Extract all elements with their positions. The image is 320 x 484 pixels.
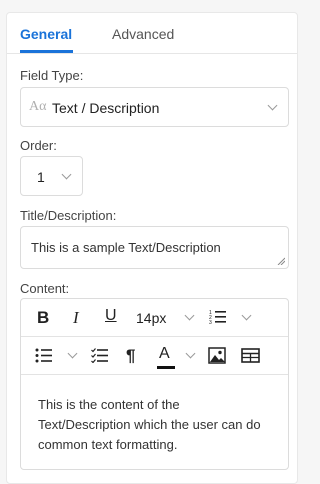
- rich-text-editor: B I U 14px 1 2 3 ¶ A This is the content…: [20, 298, 289, 470]
- tab-bar: General Advanced: [7, 13, 297, 54]
- text-type-icon: Aα: [29, 99, 47, 114]
- order-value: 1: [37, 169, 45, 185]
- bullet-list-icon[interactable]: [35, 348, 52, 363]
- active-tab-indicator: [20, 50, 73, 53]
- chevron-down-icon: [267, 100, 278, 111]
- editor-content[interactable]: This is the content of the Text/Descript…: [38, 395, 273, 455]
- font-size-select[interactable]: 14px: [136, 310, 166, 326]
- resize-handle-icon[interactable]: [277, 257, 285, 265]
- order-label: Order:: [20, 138, 57, 153]
- chevron-down-icon[interactable]: [67, 348, 78, 359]
- title-description-input[interactable]: This is a sample Text/Description: [20, 226, 289, 269]
- svg-text:3: 3: [209, 320, 212, 325]
- bold-button[interactable]: B: [37, 308, 49, 328]
- paragraph-button[interactable]: ¶: [126, 346, 135, 366]
- field-type-select[interactable]: Aα Text / Description: [20, 87, 289, 127]
- image-icon[interactable]: [208, 347, 226, 364]
- settings-panel: General Advanced Field Type: Aα Text / D…: [6, 12, 298, 484]
- underline-button[interactable]: U: [105, 307, 117, 325]
- chevron-down-icon: [61, 169, 72, 180]
- chevron-down-icon[interactable]: [184, 310, 195, 321]
- checklist-icon[interactable]: [91, 348, 108, 363]
- content-label: Content:: [20, 281, 70, 296]
- table-icon[interactable]: [241, 348, 260, 363]
- toolbar-row-2: ¶ A: [21, 337, 288, 375]
- ordered-list-icon[interactable]: 1 2 3: [209, 309, 227, 325]
- font-color-button[interactable]: A: [159, 345, 170, 363]
- order-select[interactable]: 1: [20, 156, 83, 196]
- tab-general[interactable]: General: [20, 26, 72, 42]
- italic-button[interactable]: I: [73, 308, 79, 328]
- field-type-label: Field Type:: [20, 68, 84, 83]
- chevron-down-icon[interactable]: [241, 310, 252, 321]
- chevron-down-icon[interactable]: [185, 348, 196, 359]
- field-type-value: Text / Description: [52, 100, 160, 116]
- tab-advanced[interactable]: Advanced: [112, 26, 174, 42]
- font-color-swatch: [157, 366, 175, 369]
- toolbar-row-1: B I U 14px 1 2 3: [21, 299, 288, 337]
- title-description-value: This is a sample Text/Description: [31, 240, 221, 255]
- title-description-label: Title/Description:: [20, 208, 117, 223]
